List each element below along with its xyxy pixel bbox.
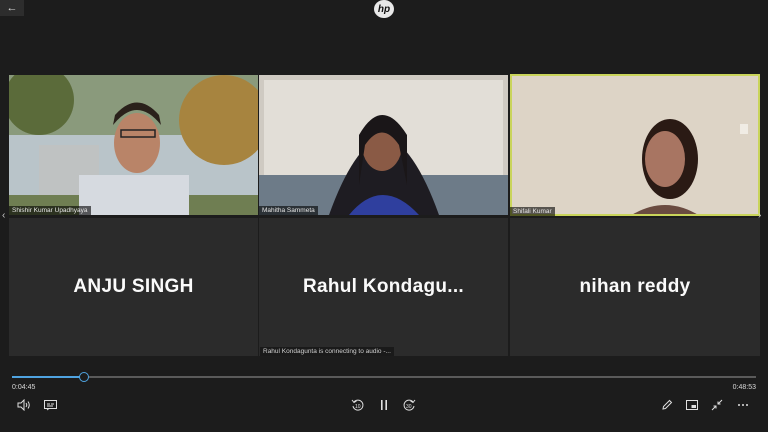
connection-status-toast: Rahul Kondagunta is connecting to audio … (260, 347, 394, 356)
hp-logo: hp (374, 0, 394, 18)
more-icon (738, 404, 748, 406)
mini-view-icon (686, 400, 698, 410)
previous-page-arrow-icon[interactable]: ‹ (2, 210, 5, 221)
volume-icon (17, 399, 30, 411)
back-arrow-icon: ← (6, 2, 18, 14)
svg-text:10: 10 (355, 404, 361, 410)
total-time: 0:48:53 (732, 384, 756, 391)
participant-tile-2: Mahitha Sammeta (259, 75, 508, 215)
participant-name: Shifali Kumar (510, 207, 555, 216)
participant-tile-4: ANJU SINGH (9, 218, 258, 356)
seek-bar-thumb[interactable] (79, 372, 90, 382)
participant-name: ANJU SINGH (73, 276, 194, 297)
pause-icon (381, 400, 387, 410)
svg-text:30: 30 (406, 404, 412, 410)
participant-tile-6: nihan reddy (510, 218, 760, 356)
seek-bar[interactable] (12, 372, 756, 382)
back-button[interactable]: ← (0, 0, 24, 16)
edit-icon (662, 399, 673, 410)
participant-tile-5: Rahul Kondagu... (259, 218, 508, 356)
participant-name: nihan reddy (579, 276, 691, 297)
captions-button[interactable] (42, 398, 58, 412)
participant-tile-1: Shishir Kumar Upadhyaya (9, 75, 258, 215)
participant-video-2 (259, 75, 508, 215)
mini-view-button[interactable] (685, 398, 699, 412)
seek-bar-fill (12, 376, 85, 378)
participant-name: Rahul Kondagu... (302, 276, 464, 297)
exit-full-screen-button[interactable] (710, 398, 724, 412)
participant-video-1 (9, 75, 258, 215)
current-time: 0:04:45 (12, 384, 36, 391)
forward-30-button[interactable]: 30 (401, 397, 417, 413)
more-button[interactable] (735, 398, 751, 412)
edit-button[interactable] (660, 398, 674, 412)
participant-tile-3: Shifali Kumar (510, 74, 760, 216)
captions-icon (43, 399, 57, 410)
rewind-10-icon: 10 (351, 399, 364, 411)
rewind-10-button[interactable]: 10 (350, 397, 366, 413)
forward-30-icon: 30 (403, 399, 416, 411)
exit-full-screen-icon (711, 399, 723, 411)
pause-button[interactable] (376, 397, 392, 413)
participant-name: Mahitha Sammeta (259, 206, 318, 215)
volume-button[interactable] (16, 398, 32, 412)
participant-name: Shishir Kumar Upadhyaya (9, 206, 91, 215)
participant-video-3 (510, 74, 760, 216)
